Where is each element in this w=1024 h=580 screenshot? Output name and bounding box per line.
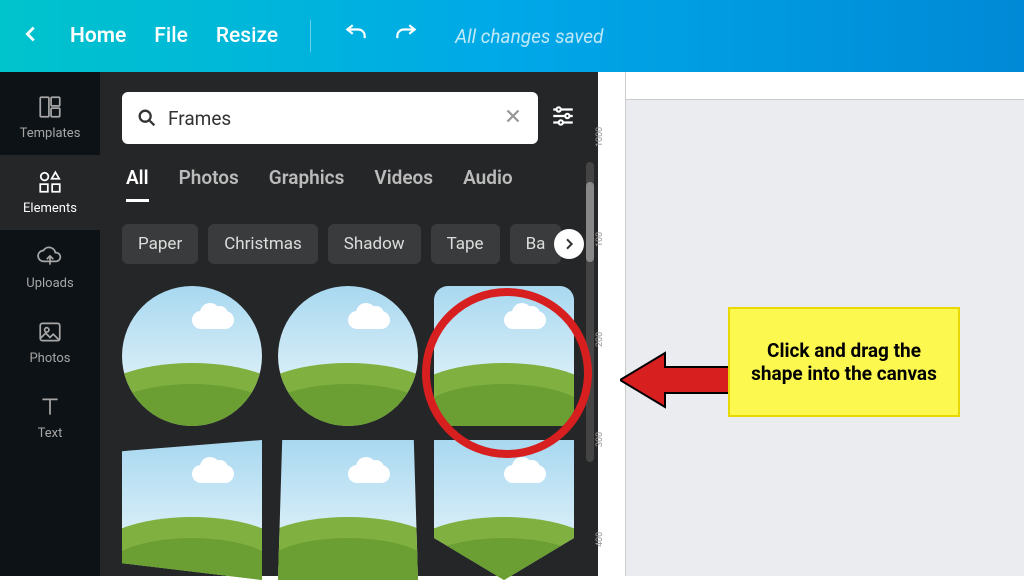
tab-graphics[interactable]: Graphics xyxy=(269,166,345,202)
sidebar-label: Photos xyxy=(29,351,70,366)
ruler-mark: 300 xyxy=(595,432,605,447)
ruler-mark: 200 xyxy=(595,332,605,347)
undo-redo-group xyxy=(343,23,419,49)
tab-photos[interactable]: Photos xyxy=(179,166,239,202)
annotation-arrow xyxy=(620,345,740,415)
filter-tabs: All Photos Graphics Videos Audio xyxy=(122,166,576,202)
scrollbar-thumb[interactable] xyxy=(586,182,594,262)
frame-wavy[interactable] xyxy=(278,286,418,426)
sidebar-item-templates[interactable]: Templates xyxy=(0,80,100,155)
sidebar-label: Templates xyxy=(20,126,81,141)
panel-scrollbar[interactable] xyxy=(586,162,594,462)
save-status: All changes saved xyxy=(455,25,603,48)
frame-rounded-square[interactable] xyxy=(434,286,574,426)
divider xyxy=(310,20,311,52)
frame-banner[interactable] xyxy=(434,440,574,580)
chip-shadow[interactable]: Shadow xyxy=(328,224,421,264)
chip-paper[interactable]: Paper xyxy=(122,224,198,264)
chip-christmas[interactable]: Christmas xyxy=(208,224,318,264)
search-icon xyxy=(136,107,158,129)
frame-skew[interactable] xyxy=(122,440,262,580)
topbar: Home File Resize All changes saved xyxy=(0,0,1024,72)
ruler-mark: 400 xyxy=(595,532,605,547)
file-menu[interactable]: File xyxy=(154,24,188,48)
ruler-mark: 1000 xyxy=(595,127,605,147)
left-sidebar: Templates Elements Uploads Photos Text xyxy=(0,72,100,576)
sidebar-item-elements[interactable]: Elements xyxy=(0,155,100,230)
resize-menu[interactable]: Resize xyxy=(216,24,278,48)
tab-all[interactable]: All xyxy=(126,166,149,202)
back-button[interactable] xyxy=(20,23,42,49)
frame-portrait[interactable] xyxy=(278,440,418,580)
annotation-callout: Click and drag the shape into the canvas xyxy=(728,307,960,417)
sidebar-item-photos[interactable]: Photos xyxy=(0,305,100,380)
ruler-horizontal xyxy=(626,72,1024,100)
ruler-mark: 100 xyxy=(595,232,605,247)
tab-audio[interactable]: Audio xyxy=(463,166,513,202)
search-box[interactable] xyxy=(122,92,538,144)
chips-next-button[interactable] xyxy=(554,229,584,259)
sidebar-label: Text xyxy=(38,426,63,441)
ruler-vertical: 1000 100 200 300 400 xyxy=(598,72,626,576)
clear-search-icon[interactable] xyxy=(502,105,524,131)
elements-panel: All Photos Graphics Videos Audio Paper C… xyxy=(100,72,598,576)
chip-tape[interactable]: Tape xyxy=(431,224,500,264)
search-row xyxy=(122,92,576,144)
filter-icon[interactable] xyxy=(550,103,576,133)
sidebar-label: Uploads xyxy=(26,276,73,291)
redo-icon[interactable] xyxy=(393,23,419,49)
search-input[interactable] xyxy=(168,107,492,130)
home-link[interactable]: Home xyxy=(70,24,126,48)
suggestion-chips: Paper Christmas Shadow Tape Ba xyxy=(122,224,576,264)
sidebar-label: Elements xyxy=(23,201,77,216)
sidebar-item-uploads[interactable]: Uploads xyxy=(0,230,100,305)
frames-grid xyxy=(122,286,576,580)
frame-circle[interactable] xyxy=(122,286,262,426)
sidebar-item-text[interactable]: Text xyxy=(0,380,100,455)
undo-icon[interactable] xyxy=(343,23,369,49)
tab-videos[interactable]: Videos xyxy=(374,166,433,202)
